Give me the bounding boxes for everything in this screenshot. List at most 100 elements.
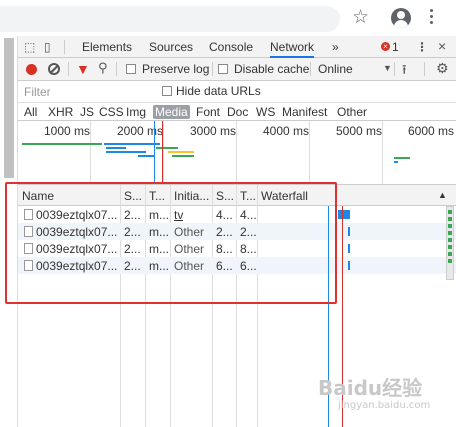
request-time: 8... — [240, 242, 257, 256]
request-name[interactable]: 0039eztqlx07... — [36, 208, 118, 222]
import-har-icon[interactable]: ⭱ — [402, 61, 407, 83]
divider — [212, 62, 213, 76]
divider — [68, 62, 69, 76]
request-type: m... — [149, 208, 169, 222]
network-toolbar: ▼ ⚲ Preserve log Disable cache Online ▼ … — [18, 58, 456, 81]
type-xhr[interactable]: XHR — [46, 105, 75, 119]
column-initiator[interactable]: Initia... — [174, 189, 212, 203]
throttling-select[interactable]: Online — [318, 62, 353, 76]
type-css[interactable]: CSS — [97, 105, 126, 119]
request-initiator: Other — [174, 225, 205, 239]
table-row[interactable]: 0039eztqlx07... 2... m... Other 8... 8..… — [18, 240, 456, 257]
divider — [310, 62, 311, 76]
request-type: m... — [149, 225, 169, 239]
devtools-menu-icon[interactable]: ⋮ — [416, 40, 428, 54]
tab-sources[interactable]: Sources — [149, 40, 193, 54]
hide-data-urls-label: Hide data URLs — [176, 84, 261, 98]
tab-elements[interactable]: Elements — [82, 40, 132, 54]
address-bar[interactable] — [0, 6, 340, 32]
request-type: m... — [149, 242, 169, 256]
request-size: 4... — [216, 208, 233, 222]
request-status: 2... — [124, 259, 141, 273]
close-icon[interactable]: × — [438, 38, 446, 54]
table-row[interactable]: 0039eztqlx07... 2... m... Other 6... 6..… — [18, 257, 456, 274]
request-size: 6... — [216, 259, 233, 273]
overview-tick: 1000 ms — [44, 124, 91, 138]
filter-input[interactable] — [20, 83, 140, 101]
waterfall-bar — [348, 227, 350, 236]
overview-tick: 6000 ms — [408, 124, 455, 138]
type-all[interactable]: All — [22, 105, 39, 119]
tab-console[interactable]: Console — [209, 40, 253, 54]
disable-cache-checkbox[interactable] — [218, 64, 228, 74]
waterfall-scrollbar[interactable] — [446, 206, 454, 280]
profile-icon[interactable] — [391, 8, 411, 28]
kebab-menu-icon[interactable] — [430, 9, 434, 27]
clear-icon[interactable] — [48, 63, 60, 75]
table-row[interactable]: 0039eztqlx07... 2... m... tv 4... 4... — [18, 206, 456, 223]
overview-bar — [168, 151, 194, 153]
hide-data-urls-checkbox[interactable] — [162, 86, 172, 96]
type-doc[interactable]: Doc — [225, 105, 250, 119]
column-size[interactable]: S... — [216, 189, 234, 203]
request-initiator[interactable]: tv — [174, 208, 183, 222]
column-time[interactable]: T... — [240, 189, 258, 203]
request-name[interactable]: 0039eztqlx07... — [36, 242, 118, 256]
devtools-tab-bar: ⬚ ▯ Elements Sources Console Network » ×… — [18, 36, 456, 58]
star-icon[interactable]: ☆ — [352, 7, 369, 29]
watermark-logo: Baidu经验 — [318, 376, 423, 400]
disable-cache-label: Disable cache — [234, 62, 310, 76]
inspect-element-icon[interactable]: ⬚ — [24, 40, 35, 54]
table-row[interactable]: 0039eztqlx07... 2... m... Other 2... 2..… — [18, 223, 456, 240]
request-time: 4... — [240, 208, 257, 222]
type-font[interactable]: Font — [194, 105, 222, 119]
type-img[interactable]: Img — [124, 105, 148, 119]
search-icon[interactable]: ⚲ — [98, 60, 108, 76]
file-icon — [24, 260, 33, 271]
type-manifest[interactable]: Manifest — [280, 105, 329, 119]
tab-network[interactable]: Network — [270, 40, 315, 58]
network-overview[interactable]: 1000 ms 2000 ms 3000 ms 4000 ms 5000 ms … — [18, 121, 456, 185]
request-size: 2... — [216, 225, 233, 239]
column-status[interactable]: S... — [124, 189, 144, 203]
error-icon[interactable]: × — [381, 42, 390, 51]
type-other[interactable]: Other — [335, 105, 369, 119]
type-media[interactable]: Media — [153, 105, 190, 119]
request-status: 2... — [124, 225, 141, 239]
device-toolbar-icon[interactable]: ▯ — [44, 40, 51, 54]
overview-bar — [138, 155, 154, 157]
sort-ascending-icon[interactable]: ▲ — [438, 190, 447, 200]
file-icon — [24, 243, 33, 254]
overview-bar — [156, 147, 178, 149]
type-js[interactable]: JS — [78, 105, 96, 119]
watermark: Baidu经验 jingyan.baidu.com — [318, 370, 448, 420]
gear-icon[interactable]: ⚙ — [436, 60, 449, 77]
overview-bar — [106, 151, 146, 153]
table-header: Name S... T... Initia... S... T... Water… — [18, 185, 456, 206]
request-time: 6... — [240, 259, 257, 273]
type-ws[interactable]: WS — [254, 105, 277, 119]
preserve-log-checkbox[interactable] — [126, 64, 136, 74]
request-initiator: Other — [174, 242, 205, 256]
divider — [64, 40, 65, 54]
filter-icon[interactable]: ▼ — [76, 61, 90, 77]
record-icon[interactable] — [26, 64, 37, 75]
load-marker — [162, 121, 163, 184]
column-type[interactable]: T... — [149, 189, 169, 203]
chevron-down-icon[interactable]: ▼ — [383, 63, 392, 73]
overview-bar — [172, 155, 194, 157]
more-tabs-icon[interactable]: » — [332, 40, 339, 54]
error-count[interactable]: 1 — [392, 40, 399, 54]
request-size: 8... — [216, 242, 233, 256]
page-scrollbar[interactable] — [0, 36, 18, 427]
column-waterfall[interactable]: Waterfall — [261, 189, 341, 203]
waterfall-bar — [348, 261, 350, 270]
filter-bar: Hide data URLs — [18, 81, 456, 103]
dom-content-loaded-marker — [154, 121, 155, 184]
overview-tick: 5000 ms — [336, 124, 383, 138]
request-name[interactable]: 0039eztqlx07... — [36, 225, 118, 239]
overview-bar — [22, 143, 102, 145]
browser-toolbar: ☆ — [0, 0, 456, 36]
request-name[interactable]: 0039eztqlx07... — [36, 259, 118, 273]
column-name[interactable]: Name — [22, 189, 118, 203]
